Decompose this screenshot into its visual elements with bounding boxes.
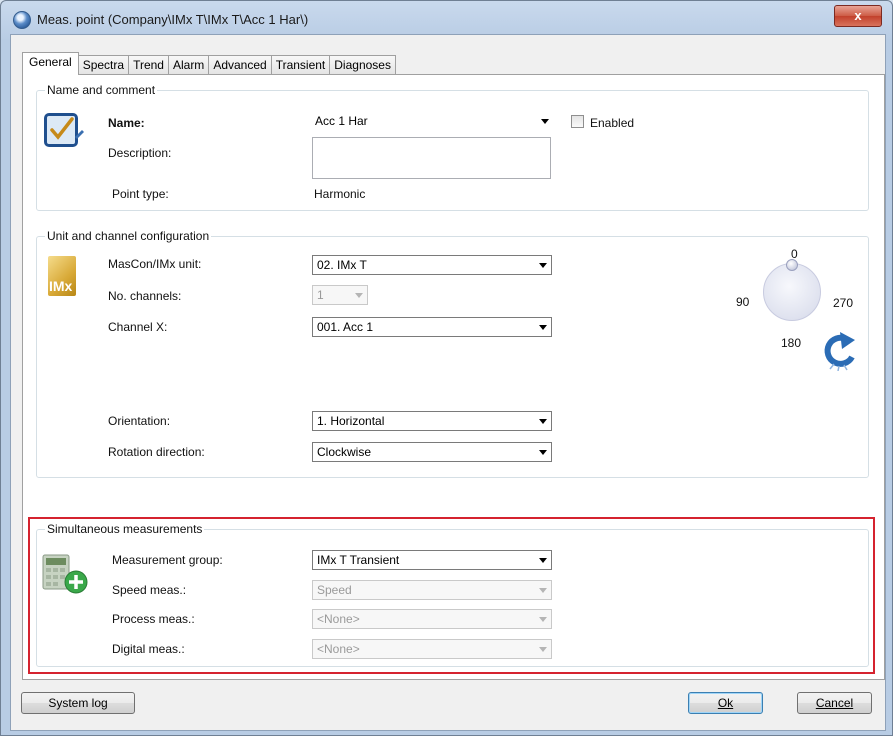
- tab-advanced[interactable]: Advanced: [209, 55, 272, 75]
- unit-channel-group: Unit and channel configuration IMx MasCo…: [36, 229, 869, 478]
- orientation-combo[interactable]: 1. Horizontal: [312, 411, 552, 431]
- unit-combo[interactable]: 02. IMx T: [312, 255, 552, 275]
- group-legend: Unit and channel configuration: [45, 229, 212, 243]
- description-field[interactable]: [312, 137, 551, 179]
- orientation-label: Orientation:: [108, 414, 171, 428]
- dialog-window: Meas. point (Company\IMx T\IMx T\Acc 1 H…: [0, 0, 893, 736]
- tab-transient[interactable]: Transient: [271, 55, 331, 75]
- channel-x-label: Channel X:: [108, 320, 168, 334]
- tab-spectra[interactable]: Spectra: [78, 55, 130, 75]
- tab-general[interactable]: General: [22, 52, 79, 75]
- enabled-label: Enabled: [590, 116, 635, 130]
- unit-value: 02. IMx T: [317, 258, 367, 272]
- cancel-button[interactable]: Cancel: [797, 692, 872, 714]
- tab-trend[interactable]: Trend: [129, 55, 169, 75]
- name-label: Name:: [108, 116, 145, 130]
- notepad-check-icon: [44, 113, 84, 147]
- dial-label-180: 180: [781, 336, 802, 350]
- point-type-label: Point type:: [112, 187, 169, 201]
- dial-label-270: 270: [833, 296, 854, 310]
- dial-label-90: 90: [736, 295, 750, 309]
- point-type-value: Harmonic: [314, 187, 366, 201]
- general-tab-panel: Name and comment Name: Acc 1 Har Enabled…: [22, 74, 885, 680]
- cancel-label: Cancel: [815, 696, 854, 710]
- highlight-rectangle: [28, 517, 875, 674]
- enabled-checkbox[interactable]: [571, 115, 584, 128]
- ok-label: Ok: [717, 696, 734, 710]
- name-combo[interactable]: Acc 1 Har: [310, 111, 554, 131]
- rotation-value: Clockwise: [317, 445, 372, 459]
- tab-diagnoses[interactable]: Diagnoses: [330, 55, 396, 75]
- close-button[interactable]: x: [834, 5, 882, 27]
- tab-alarm[interactable]: Alarm: [168, 55, 210, 75]
- imx-icon-text: IMx: [49, 278, 73, 294]
- chevron-down-icon: [539, 419, 547, 424]
- orientation-dial[interactable]: [763, 259, 821, 321]
- channels-combo[interactable]: 1: [312, 285, 368, 305]
- description-label: Description:: [108, 146, 172, 160]
- app-icon: [13, 11, 31, 29]
- group-legend: Name and comment: [45, 83, 158, 97]
- name-value: Acc 1 Har: [315, 114, 368, 128]
- channel-x-value: 001. Acc 1: [317, 320, 374, 334]
- channels-value: 1: [317, 288, 324, 302]
- dialog-client: General Spectra Trend Alarm Advanced Tra…: [10, 34, 886, 731]
- chevron-down-icon: [355, 293, 363, 298]
- title-bar[interactable]: Meas. point (Company\IMx T\IMx T\Acc 1 H…: [1, 1, 892, 37]
- chevron-down-icon: [541, 119, 549, 124]
- channel-x-combo[interactable]: 001. Acc 1: [312, 317, 552, 337]
- chevron-down-icon: [539, 325, 547, 330]
- dial-knob[interactable]: [786, 259, 798, 271]
- orientation-value: 1. Horizontal: [317, 414, 385, 428]
- imx-unit-icon: IMx: [48, 256, 76, 296]
- tab-strip: General Spectra Trend Alarm Advanced Tra…: [22, 52, 396, 75]
- channels-label: No. channels:: [108, 289, 182, 303]
- chevron-down-icon: [539, 263, 547, 268]
- rotate-clockwise-icon: [824, 332, 855, 371]
- unit-label: MasCon/IMx unit:: [108, 257, 202, 271]
- rotation-combo[interactable]: Clockwise: [312, 442, 552, 462]
- window-title: Meas. point (Company\IMx T\IMx T\Acc 1 H…: [37, 12, 309, 27]
- ok-button[interactable]: Ok: [688, 692, 763, 714]
- chevron-down-icon: [539, 450, 547, 455]
- rotation-label: Rotation direction:: [108, 445, 205, 459]
- system-log-button[interactable]: System log: [21, 692, 135, 714]
- name-and-comment-group: Name and comment Name: Acc 1 Har Enabled…: [36, 83, 869, 211]
